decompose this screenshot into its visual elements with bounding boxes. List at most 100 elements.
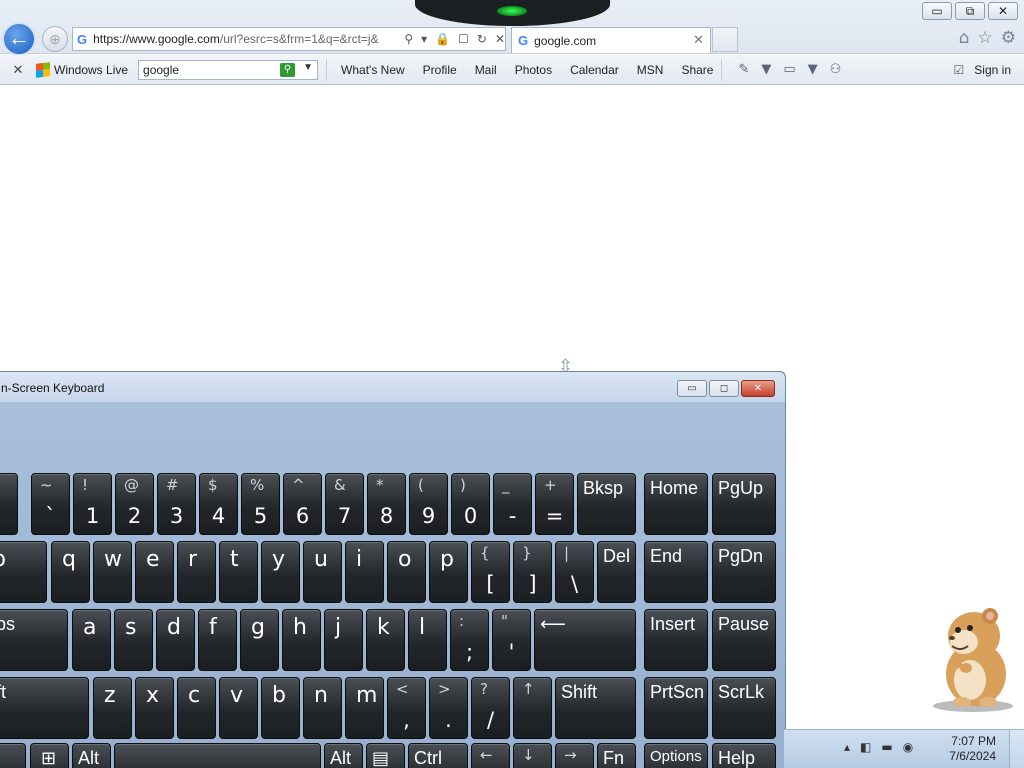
- key-6[interactable]: ^ 6: [283, 473, 322, 535]
- key-right-bracket[interactable]: }]: [513, 541, 552, 603]
- forward-button[interactable]: ⊕: [42, 26, 68, 52]
- key-2[interactable]: @2: [115, 473, 154, 535]
- key-4[interactable]: $4: [199, 473, 238, 535]
- key-pgup[interactable]: PgUp: [712, 473, 776, 535]
- key-r[interactable]: r: [177, 541, 216, 603]
- search-go-icon[interactable]: ⚲: [280, 62, 296, 77]
- osk-titlebar[interactable]: n-Screen Keyboard ▭ ◻ ✕: [0, 372, 785, 402]
- key-help[interactable]: Help: [712, 743, 776, 768]
- key-prtscn[interactable]: PrtScn: [644, 677, 708, 739]
- key-tab[interactable]: p: [0, 541, 47, 603]
- gear-icon[interactable]: ⚙: [1001, 28, 1016, 48]
- link-calendar[interactable]: Calendar: [570, 63, 619, 77]
- link-mail[interactable]: Mail: [475, 63, 497, 77]
- windows-live-brand[interactable]: Windows Live: [36, 61, 128, 78]
- chevron-down-icon[interactable]: ▼: [808, 62, 818, 77]
- key-backspace[interactable]: Bksp: [577, 473, 636, 535]
- close-toolbar-icon[interactable]: ✕: [0, 62, 36, 78]
- key-left-arrow[interactable]: ←: [471, 743, 510, 768]
- refresh-icon[interactable]: ↻: [477, 32, 487, 46]
- key-space[interactable]: [114, 743, 321, 768]
- key-right-shift[interactable]: Shift: [555, 677, 636, 739]
- key-p[interactable]: p: [429, 541, 468, 603]
- key-j[interactable]: j: [324, 609, 363, 671]
- close-tab-icon[interactable]: ✕: [693, 32, 704, 48]
- key-3[interactable]: #3: [157, 473, 196, 535]
- volume-icon[interactable]: ◉: [903, 740, 913, 754]
- translate-icon[interactable]: ⚇: [830, 62, 842, 77]
- key-fn[interactable]: Fn: [597, 743, 636, 768]
- osk-minimize-button[interactable]: ▭: [677, 380, 707, 397]
- key-quote[interactable]: " ': [492, 609, 531, 671]
- key-s[interactable]: s: [114, 609, 153, 671]
- key-m[interactable]: m: [345, 677, 384, 739]
- key-pause[interactable]: Pause: [712, 609, 776, 671]
- link-msn[interactable]: MSN: [637, 63, 664, 77]
- key-e[interactable]: e: [135, 541, 174, 603]
- form-fill-icon[interactable]: ▭: [783, 62, 795, 77]
- key-enter[interactable]: ⟵: [534, 609, 636, 671]
- key-minus[interactable]: _ -: [493, 473, 532, 535]
- key-o[interactable]: o: [387, 541, 426, 603]
- lock-icon[interactable]: 🔒: [435, 32, 450, 46]
- key-z[interactable]: z: [93, 677, 132, 739]
- key-5[interactable]: % 5: [241, 473, 280, 535]
- key-comma[interactable]: <,: [387, 677, 426, 739]
- key-backslash[interactable]: | \: [555, 541, 594, 603]
- key-slash[interactable]: ? /: [471, 677, 510, 739]
- home-icon[interactable]: ⌂: [959, 28, 970, 48]
- link-whats-new[interactable]: What's New: [341, 63, 405, 77]
- key-7[interactable]: & 7: [325, 473, 364, 535]
- key-q[interactable]: q: [51, 541, 90, 603]
- sign-in-link[interactable]: Sign in: [974, 63, 1011, 77]
- favorites-star-icon[interactable]: ☆: [978, 28, 993, 48]
- key-x[interactable]: x: [135, 677, 174, 739]
- key-period[interactable]: >.: [429, 677, 468, 739]
- key-c[interactable]: c: [177, 677, 216, 739]
- key-y[interactable]: y: [261, 541, 300, 603]
- key-n[interactable]: n: [303, 677, 342, 739]
- toolbar-search-input[interactable]: google ⚲ ▼: [138, 59, 319, 80]
- key-left-bracket[interactable]: {[: [471, 541, 510, 603]
- display-icon[interactable]: ▬: [881, 740, 892, 754]
- link-profile[interactable]: Profile: [423, 63, 457, 77]
- new-tab-button[interactable]: [712, 27, 738, 52]
- sign-in-area[interactable]: ☑ Sign in: [954, 63, 1011, 77]
- link-photos[interactable]: Photos: [515, 63, 552, 77]
- key-alt-left[interactable]: Alt: [72, 743, 111, 768]
- key-w[interactable]: w: [93, 541, 132, 603]
- key-i[interactable]: i: [345, 541, 384, 603]
- highlight-icon[interactable]: ✎: [738, 62, 749, 77]
- link-share[interactable]: Share: [681, 63, 713, 77]
- show-desktop-button[interactable]: [1009, 730, 1024, 768]
- compatibility-view-icon[interactable]: ☐: [458, 32, 469, 46]
- chevron-down-icon[interactable]: ▼: [761, 62, 771, 77]
- key-caps-lock[interactable]: ps: [0, 609, 68, 671]
- search-dropdown-icon[interactable]: ▼: [303, 62, 313, 73]
- key-fn-left[interactable]: [0, 743, 26, 768]
- key-right-arrow[interactable]: →: [555, 743, 594, 768]
- key-grave[interactable]: ~ `: [31, 473, 70, 535]
- key-0[interactable]: ) 0: [451, 473, 490, 535]
- key-semicolon[interactable]: :;: [450, 609, 489, 671]
- minimize-button[interactable]: ▭: [922, 2, 952, 20]
- search-icon[interactable]: ⚲: [404, 32, 413, 46]
- key-end[interactable]: End: [644, 541, 708, 603]
- key-g[interactable]: g: [240, 609, 279, 671]
- dropdown-icon[interactable]: ▾: [421, 32, 427, 46]
- key-8[interactable]: * 8: [367, 473, 406, 535]
- address-url[interactable]: https://www.google.com/url?esrc=s&frm=1&…: [93, 32, 398, 46]
- close-window-button[interactable]: ✕: [988, 2, 1018, 20]
- key-left-shift[interactable]: ft: [0, 677, 89, 739]
- key-k[interactable]: k: [366, 609, 405, 671]
- key-alt-right[interactable]: Alt: [324, 743, 363, 768]
- address-bar[interactable]: G https://www.google.com/url?esrc=s&frm=…: [72, 27, 506, 51]
- key-scrlk[interactable]: ScrLk: [712, 677, 776, 739]
- key-options[interactable]: Options: [644, 743, 708, 768]
- osk-close-button[interactable]: ✕: [741, 380, 775, 397]
- key-windows[interactable]: ⊞: [30, 743, 69, 768]
- osk-maximize-button[interactable]: ◻: [709, 380, 739, 397]
- network-icon[interactable]: ◧: [860, 740, 871, 754]
- key-ctrl[interactable]: Ctrl: [408, 743, 468, 768]
- key-up-arrow[interactable]: ↑: [513, 677, 552, 739]
